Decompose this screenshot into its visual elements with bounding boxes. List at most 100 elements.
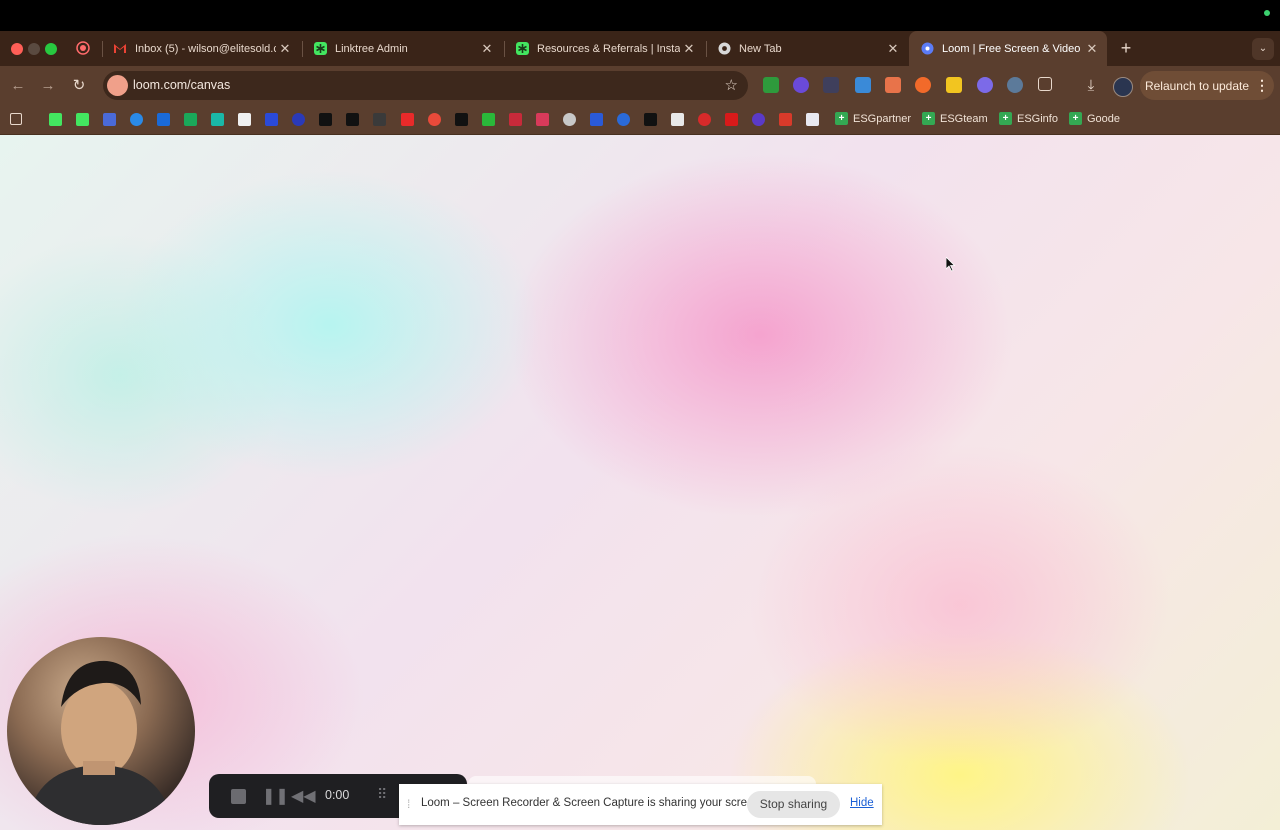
sheets-icon: + <box>999 112 1012 125</box>
webcam-bubble[interactable] <box>7 637 195 825</box>
extension-calendar-icon[interactable] <box>855 77 871 93</box>
bookmark-app-icon[interactable] <box>292 113 305 126</box>
linktree-icon <box>313 42 327 56</box>
bookmark-x-icon[interactable] <box>319 113 332 126</box>
extension-cloud-icon[interactable] <box>977 77 993 93</box>
profile-avatar[interactable] <box>1113 77 1133 97</box>
bookmark-app-icon[interactable] <box>590 113 603 126</box>
bookmark-app-icon[interactable] <box>617 113 630 126</box>
tab-linktree-admin[interactable]: Linktree Admin ✕ <box>302 31 502 66</box>
tab-search-chevron-icon[interactable]: ⌄ <box>1252 38 1274 60</box>
tab-title: Linktree Admin <box>335 42 408 55</box>
camera-indicator-icon <box>1264 10 1270 16</box>
bookmark-app-icon[interactable] <box>698 113 711 126</box>
address-bar[interactable]: loom.com/canvas ☆ <box>103 71 748 100</box>
sharing-message: Loom – Screen Recorder & Screen Capture … <box>421 797 763 809</box>
site-info-icon[interactable] <box>107 75 128 96</box>
extension-globe-icon[interactable] <box>1007 77 1023 93</box>
bookmark-esgteam[interactable]: + ESGteam <box>922 112 988 125</box>
extension-fox-icon[interactable] <box>915 77 931 93</box>
close-tab-icon[interactable]: ✕ <box>478 41 496 57</box>
url-text: loom.com/canvas <box>133 78 231 92</box>
tab-title: Inbox (5) - wilson@elitesold.c <box>135 42 276 55</box>
puzzle-extensions-icon[interactable] <box>1038 77 1052 91</box>
extension-dots-icon[interactable] <box>823 77 839 93</box>
bookmark-app-icon[interactable] <box>265 113 278 126</box>
relaunch-update-button[interactable]: Relaunch to update ⋮ <box>1140 71 1274 100</box>
tab-loom[interactable]: Loom | Free Screen & Video R ✕ <box>909 31 1107 66</box>
bookmark-td-icon[interactable] <box>482 113 495 126</box>
new-tab-button[interactable]: + <box>1117 39 1135 57</box>
bookmark-youtube-icon[interactable] <box>401 113 414 126</box>
extension-circle-icon[interactable] <box>793 77 809 93</box>
bookmark-linktree-icon[interactable] <box>49 113 62 126</box>
person-avatar-icon <box>27 660 173 825</box>
bookmark-app-icon[interactable] <box>752 113 765 126</box>
tab-title: Resources & Referrals | Instag <box>537 42 680 55</box>
bookmark-app-icon[interactable] <box>103 113 116 126</box>
restart-icon[interactable]: ◀◀ <box>291 786 316 806</box>
bookmark-label: Goode <box>1087 112 1121 125</box>
bookmark-star-icon[interactable]: ☆ <box>725 76 738 94</box>
forward-arrow-icon[interactable]: → <box>38 76 58 96</box>
sheets-icon: + <box>1069 112 1082 125</box>
chrome-icon <box>717 42 731 56</box>
bookmark-app-icon[interactable] <box>238 113 251 126</box>
browser-toolbar: ← → ↻ loom.com/canvas ☆ ⤓ Relaunch to up… <box>0 66 1280 105</box>
recording-icon <box>76 41 90 55</box>
bookmarks-bar: + ESGpartner + ESGteam + ESGinfo + Goode <box>0 105 1280 135</box>
bookmark-app-icon[interactable] <box>536 113 549 126</box>
close-tab-icon[interactable]: ✕ <box>1083 41 1101 57</box>
relaunch-label: Relaunch to update <box>1144 78 1250 93</box>
fullscreen-window-button[interactable] <box>45 43 57 55</box>
tab-title: New Tab <box>739 42 782 55</box>
tab-resources-referrals[interactable]: Resources & Referrals | Instag ✕ <box>504 31 704 66</box>
bookmark-onedrive-icon[interactable] <box>157 113 170 126</box>
bookmark-x-icon[interactable] <box>373 113 386 126</box>
extension-yellow-icon[interactable] <box>946 77 962 93</box>
bookmark-label: ESGpartner <box>853 112 912 125</box>
sheets-icon: + <box>922 112 935 125</box>
bookmark-goode[interactable]: + Goode <box>1069 112 1120 125</box>
bookmark-app-icon[interactable] <box>184 113 197 126</box>
bookmark-esginfo[interactable]: + ESGinfo <box>999 112 1058 125</box>
drag-handle-icon[interactable]: ⠿ <box>377 786 387 803</box>
gmail-icon <box>113 42 127 56</box>
bookmark-app-icon[interactable] <box>130 113 143 126</box>
tab-gmail[interactable]: Inbox (5) - wilson@elitesold.c ✕ <box>102 31 300 66</box>
minimize-window-button[interactable] <box>28 43 40 55</box>
bookmark-x-icon[interactable] <box>346 113 359 126</box>
loom-icon <box>920 42 934 56</box>
reload-icon[interactable]: ↻ <box>69 76 89 96</box>
stop-sharing-button[interactable]: Stop sharing <box>747 791 840 818</box>
bookmark-app-icon[interactable] <box>644 113 657 126</box>
bookmark-maps-icon[interactable] <box>428 113 441 126</box>
recording-timer: 0:00 <box>325 788 350 802</box>
extension-grammarly-icon[interactable] <box>885 77 901 93</box>
stop-recording-button[interactable] <box>231 789 246 804</box>
hide-notice-link[interactable]: Hide <box>850 797 874 809</box>
close-tab-icon[interactable]: ✕ <box>276 41 294 57</box>
bookmark-esgpartner[interactable]: + ESGpartner <box>835 112 911 125</box>
bookmark-pdf-icon[interactable] <box>779 113 792 126</box>
back-arrow-icon[interactable]: ← <box>8 76 28 96</box>
bookmark-linktree-icon[interactable] <box>76 113 89 126</box>
bookmark-app-icon[interactable] <box>509 113 522 126</box>
bookmark-globe-icon[interactable] <box>563 113 576 126</box>
close-window-button[interactable] <box>11 43 23 55</box>
sheets-icon: + <box>835 112 848 125</box>
bookmark-app-icon[interactable] <box>806 113 819 126</box>
bookmark-app-icon[interactable] <box>211 113 224 126</box>
bookmark-app-icon[interactable] <box>671 113 684 126</box>
pause-icon[interactable]: ❚❚ <box>262 786 289 806</box>
drag-grip-icon[interactable]: ⁞ <box>407 797 410 811</box>
extension-checkmark-icon[interactable] <box>763 77 779 93</box>
linktree-icon <box>515 42 529 56</box>
close-tab-icon[interactable]: ✕ <box>680 41 698 57</box>
tab-new-tab[interactable]: New Tab ✕ <box>706 31 908 66</box>
bookmark-app-icon[interactable] <box>455 113 468 126</box>
apps-grid-icon[interactable] <box>10 113 22 125</box>
download-icon[interactable]: ⤓ <box>1081 76 1101 96</box>
close-tab-icon[interactable]: ✕ <box>884 41 902 57</box>
bookmark-app-icon[interactable] <box>725 113 738 126</box>
